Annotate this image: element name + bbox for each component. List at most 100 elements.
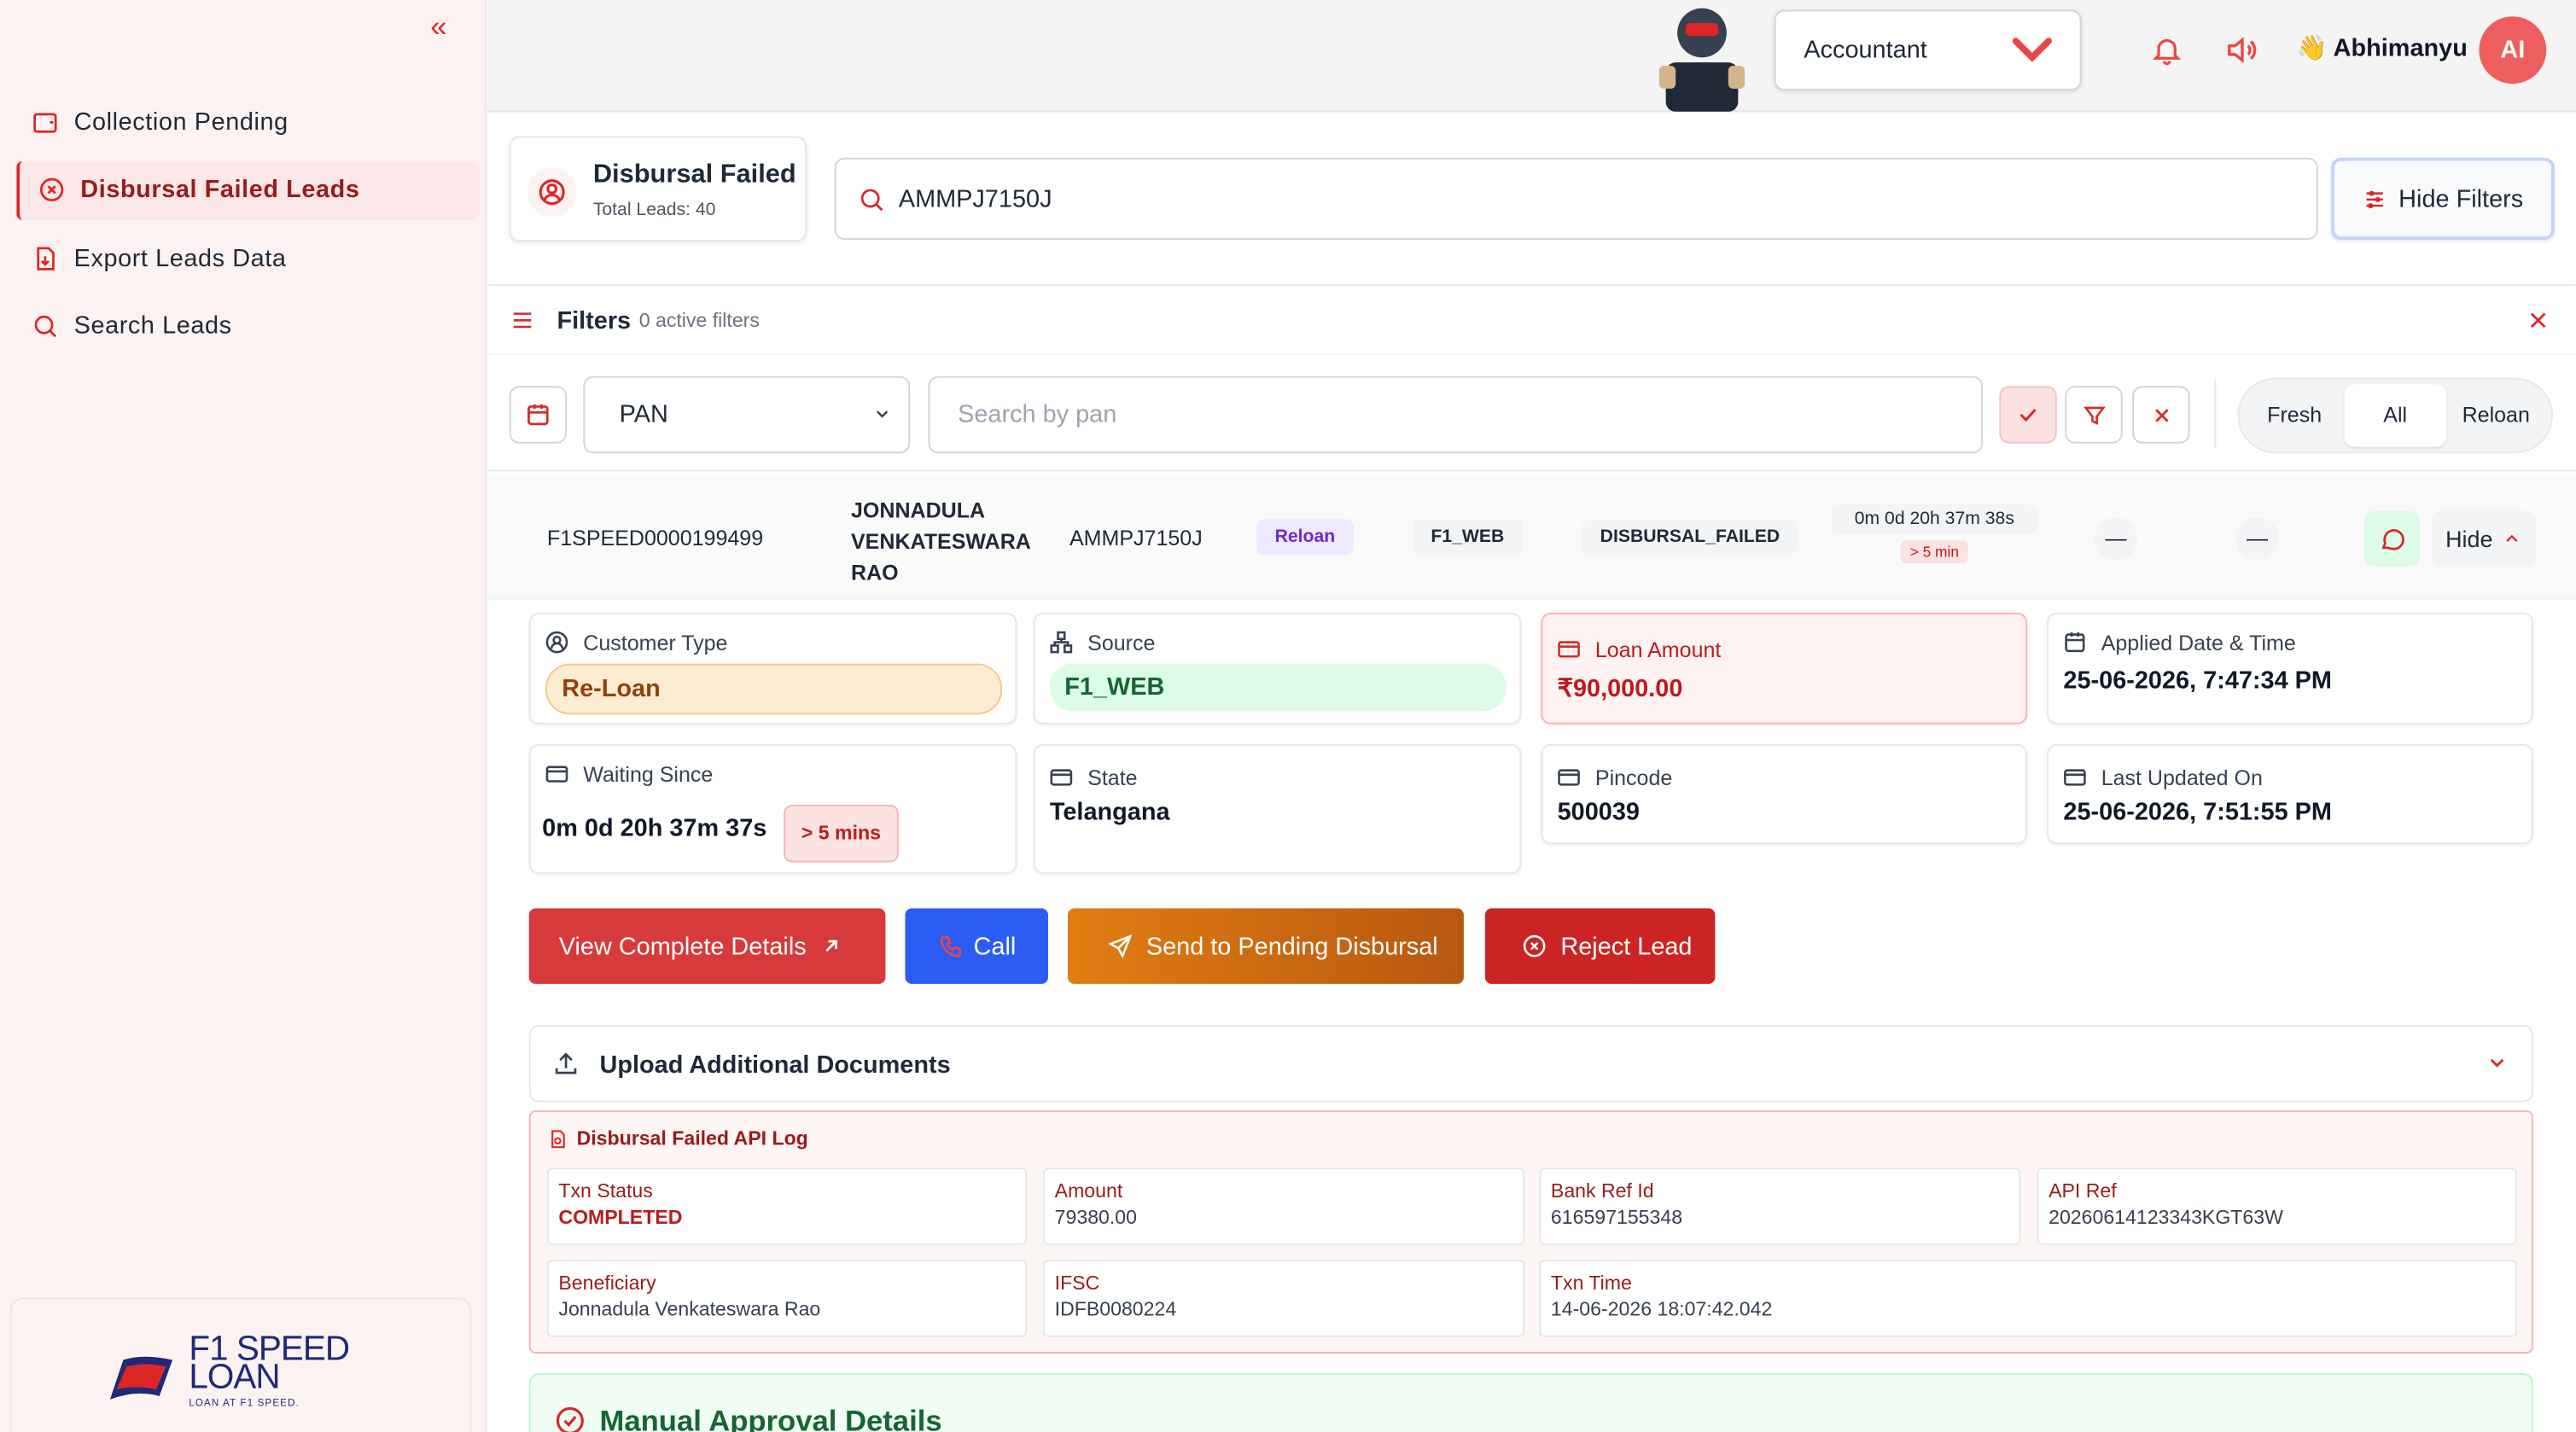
status-badge: DISBURSAL_FAILED	[1582, 519, 1798, 556]
credit-card-icon	[2064, 769, 2086, 786]
active-filters-count: 0 active filters	[638, 308, 760, 332]
log-field-value: Jonnadula Venkateswara Rao	[558, 1297, 821, 1321]
segment-reloan[interactable]: Reloan	[2445, 384, 2546, 446]
log-field-label: IFSC	[1054, 1271, 1100, 1295]
apply-filter-button[interactable]	[1999, 386, 2057, 444]
sidebar-item-label: Search Leads	[73, 312, 232, 341]
waiting-time: 0m 0d 20h 37m 38s > 5 min	[1832, 504, 2037, 565]
sidebar-nav: Collection Pending Disbursal Failed Lead…	[16, 92, 481, 365]
funnel-icon	[2083, 405, 2105, 425]
last-updated-card: Last Updated On 25-06-2026, 7:51:55 PM	[2047, 743, 2533, 845]
customer-type-card: Customer Type Re-Loan	[528, 612, 1017, 725]
role-select[interactable]: Accountant	[1774, 9, 2082, 90]
source-value: F1_WEB	[1049, 663, 1507, 712]
pincode-card: Pincode 500039	[1541, 743, 2028, 845]
state-card: State Telangana	[1033, 743, 1522, 874]
log-field-beneficiary: Beneficiary Jonnadula Venkateswara Rao	[546, 1260, 1027, 1337]
collapse-sidebar-icon[interactable]: «	[430, 10, 446, 44]
pincode-value: 500039	[1557, 798, 1640, 827]
chat-button[interactable]	[2363, 510, 2421, 568]
external-link-icon	[825, 940, 837, 952]
check-icon	[2019, 408, 2037, 422]
file-download-icon	[37, 246, 55, 271]
top-bar: Accountant 👋 Abhimanyu AI	[487, 0, 2576, 112]
manual-approval-section: Manual Approval Details	[528, 1373, 2533, 1432]
user-circle-icon	[545, 631, 568, 654]
brand-logo: F1 SPEED LOAN LOAN AT F1 SPEED.	[103, 1332, 350, 1419]
send-label: Send to Pending Disbursal	[1145, 932, 1438, 960]
chevron-down-icon	[2490, 1058, 2504, 1068]
chevron-down-icon	[876, 410, 889, 418]
log-field-label: Txn Status	[558, 1179, 653, 1202]
loan-amount-label: Loan Amount	[1594, 636, 1722, 661]
log-field-label: Bank Ref Id	[1550, 1179, 1654, 1202]
pan-search-input[interactable]: Search by pan	[928, 375, 1984, 454]
filter-field-select[interactable]: PAN	[583, 375, 911, 454]
sidebar-item-search-leads[interactable]: Search Leads	[16, 297, 480, 356]
log-field-amount: Amount 79380.00	[1043, 1167, 1525, 1245]
last-updated-label: Last Updated On	[2101, 764, 2263, 789]
check-circle-icon	[556, 1406, 584, 1432]
close-icon[interactable]	[2526, 309, 2550, 332]
phone-icon	[939, 936, 961, 958]
lead-search-input[interactable]: AMMPJ7150J	[834, 157, 2318, 241]
source-label: Source	[1087, 630, 1156, 655]
lead-type-badge: Reloan	[1256, 519, 1354, 556]
close-icon	[2154, 408, 2168, 422]
empty-value: —	[2094, 517, 2138, 561]
credit-card-icon	[1558, 641, 1580, 658]
pincode-label: Pincode	[1594, 764, 1673, 789]
calendar-icon	[527, 404, 549, 426]
waiting-since-card: Waiting Since 0m 0d 20h 37m 37s > 5 mins	[528, 743, 1017, 874]
divider	[2214, 379, 2217, 449]
last-updated-value: 25-06-2026, 7:51:55 PM	[2063, 798, 2332, 827]
log-field-label: Beneficiary	[558, 1271, 656, 1295]
log-field-ifsc: IFSC IDFB0080224	[1043, 1260, 1525, 1337]
sidebar: « Collection Pending Disbursal Failed Le…	[0, 0, 487, 1432]
customer-type-label: Customer Type	[583, 630, 728, 655]
user-name: Abhimanyu	[2333, 34, 2468, 63]
loan-amount-value: ₹90,000.00	[1557, 675, 1683, 703]
reject-lead-button[interactable]: Reject Lead	[1484, 908, 1716, 984]
user-greeting: 👋 Abhimanyu	[2296, 34, 2468, 63]
sidebar-item-collection-pending[interactable]: Collection Pending	[16, 92, 480, 151]
call-button[interactable]: Call	[905, 908, 1048, 984]
api-log-title: Disbursal Failed API Log	[576, 1126, 808, 1150]
x-circle-icon	[1523, 934, 1546, 958]
view-details-button[interactable]: View Complete Details	[528, 908, 886, 984]
log-field-txn-status: Txn Status COMPLETED	[546, 1167, 1027, 1245]
page-title: Disbursal Failed	[592, 160, 796, 189]
upload-label: Upload Additional Documents	[599, 1051, 951, 1080]
chat-icon	[2381, 528, 2404, 550]
table-row[interactable]: F1SPEED0000199499 JONNADULA VENKATESWARA…	[487, 474, 2576, 600]
upload-documents-accordion[interactable]: Upload Additional Documents	[528, 1025, 2533, 1103]
loan-amount-card: Loan Amount ₹90,000.00	[1541, 612, 2028, 725]
filters-header: Filters 0 active filters	[487, 286, 2576, 355]
hide-details-button[interactable]: Hide	[2431, 510, 2537, 568]
sidebar-item-disbursal-failed-leads[interactable]: Disbursal Failed Leads	[16, 160, 481, 220]
filter-button[interactable]	[2065, 386, 2123, 444]
send-to-pending-button[interactable]: Send to Pending Disbursal	[1068, 908, 1464, 984]
applied-date-card: Applied Date & Time 25-06-2026, 7:47:34 …	[2047, 612, 2533, 725]
log-field-value: 616597155348	[1550, 1205, 1683, 1229]
sidebar-item-export-leads-data[interactable]: Export Leads Data	[16, 229, 480, 288]
segment-fresh[interactable]: Fresh	[2244, 384, 2345, 446]
empty-value: —	[2235, 517, 2279, 561]
clear-filter-button[interactable]	[2132, 386, 2190, 444]
waiting-badge: > 5 min	[1900, 540, 1969, 564]
page-title-card: Disbursal Failed Total Leads: 40	[509, 136, 807, 242]
sliders-icon	[513, 312, 532, 329]
sidebar-item-label: Export Leads Data	[73, 244, 287, 272]
date-filter-button[interactable]	[509, 386, 568, 444]
segment-all[interactable]: All	[2345, 384, 2446, 447]
logo-tagline: LOAN AT F1 SPEED.	[189, 1399, 300, 1410]
view-details-label: View Complete Details	[558, 932, 807, 960]
hide-filters-button[interactable]: Hide Filters	[2331, 157, 2555, 241]
speaker-icon[interactable]	[2223, 32, 2258, 67]
reject-label: Reject Lead	[1560, 932, 1693, 960]
customer-type-value: Re-Loan	[545, 663, 1003, 715]
lead-source-badge: F1_WEB	[1413, 519, 1523, 556]
avatar[interactable]: AI	[2479, 16, 2547, 84]
pan-search-placeholder: Search by pan	[958, 400, 1117, 429]
bell-icon[interactable]	[2150, 32, 2183, 67]
